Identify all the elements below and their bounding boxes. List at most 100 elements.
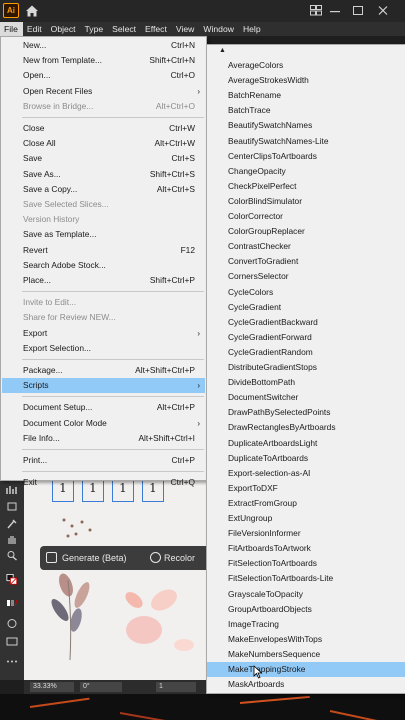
rotation-field[interactable]: 0° <box>80 682 122 692</box>
menu-item-label: New... <box>23 40 47 50</box>
file-menu-revert[interactable]: Revert F12 <box>2 243 205 258</box>
menu-type[interactable]: Type <box>81 22 109 36</box>
script-item-changeopacity[interactable]: ChangeOpacity <box>207 164 405 179</box>
script-item-documentswitcher[interactable]: DocumentSwitcher <box>207 390 405 405</box>
script-item-converttogradient[interactable]: ConvertToGradient <box>207 254 405 269</box>
close-icon[interactable] <box>377 5 389 16</box>
home-icon[interactable] <box>25 4 39 18</box>
file-menu-search-adobe-stock[interactable]: Search Adobe Stock... <box>2 258 205 273</box>
more-tools-icon[interactable] <box>6 656 18 667</box>
minimize-icon[interactable] <box>329 5 341 16</box>
script-item-batchrename[interactable]: BatchRename <box>207 88 405 103</box>
script-item-distributegradientstops[interactable]: DistributeGradientStops <box>207 360 405 375</box>
file-menu-new-from-template[interactable]: New from Template... Shift+Ctrl+N <box>2 53 205 68</box>
arrange-documents-icon[interactable] <box>310 5 322 16</box>
script-item-fitartboardstoartwork[interactable]: FitArtboardsToArtwork <box>207 541 405 556</box>
file-menu-close-all[interactable]: Close All Alt+Ctrl+W <box>2 136 205 151</box>
script-item-colorgroupreplacer[interactable]: ColorGroupReplacer <box>207 224 405 239</box>
menu-select[interactable]: Select <box>108 22 141 36</box>
menu-item-label: Open Recent Files <box>23 85 93 96</box>
script-item-batchtrace[interactable]: BatchTrace <box>207 103 405 118</box>
file-menu-scripts[interactable]: Scripts › <box>2 378 205 394</box>
script-item-fitselectiontoartboards[interactable]: FitSelectionToArtboards <box>207 556 405 571</box>
scroll-up-arrow-icon[interactable]: ▲ <box>219 47 226 54</box>
script-item-cyclegradient[interactable]: CycleGradient <box>207 300 405 315</box>
file-menu-open[interactable]: Open... Ctrl+O <box>2 68 205 83</box>
script-item-maketrappingstroke[interactable]: MakeTrappingStroke <box>207 662 405 678</box>
script-item-dividebottompath[interactable]: DivideBottomPath <box>207 375 405 390</box>
menu-file[interactable]: File <box>0 22 23 36</box>
script-item-makeenvelopeswithtops[interactable]: MakeEnvelopesWithTops <box>207 632 405 647</box>
file-menu-package[interactable]: Package... Alt+Shift+Ctrl+P <box>2 363 205 378</box>
script-item-extungroup[interactable]: ExtUngroup <box>207 511 405 526</box>
file-menu-print[interactable]: Print... Ctrl+P <box>2 453 205 468</box>
script-item-fileversioninformer[interactable]: FileVersionInformer <box>207 526 405 541</box>
script-item-groupartboardobjects[interactable]: GroupArtboardObjects <box>207 602 405 617</box>
script-item-extractfromgroup[interactable]: ExtractFromGroup <box>207 496 405 511</box>
script-item-contrastchecker[interactable]: ContrastChecker <box>207 239 405 254</box>
script-item-exporttodxf[interactable]: ExportToDXF <box>207 481 405 496</box>
generate-beta-button[interactable]: Generate (Beta) <box>40 552 144 563</box>
script-item-colorcorrector[interactable]: ColorCorrector <box>207 209 405 224</box>
file-menu-file-info[interactable]: File Info... Alt+Shift+Ctrl+I <box>2 431 205 446</box>
script-item-drawrectanglesbyartboards[interactable]: DrawRectanglesByArtboards <box>207 420 405 435</box>
recolor-button[interactable]: Recolor <box>144 552 195 563</box>
zoom-tool-icon[interactable] <box>6 550 18 561</box>
artboard-selector[interactable]: 1 <box>156 682 196 692</box>
maximize-icon[interactable] <box>352 5 364 16</box>
menu-view[interactable]: View <box>172 22 199 36</box>
menu-item-label: Save As... <box>23 168 61 179</box>
script-item-imagetracing[interactable]: ImageTracing <box>207 617 405 632</box>
script-item-duplicatetoartboards[interactable]: DuplicateToArtboards <box>207 451 405 466</box>
script-item-checkpixelperfect[interactable]: CheckPixelPerfect <box>207 179 405 194</box>
file-menu-save-as[interactable]: Save As... Shift+Ctrl+S <box>2 167 205 182</box>
script-item-fitselectiontoartboards-lite[interactable]: FitSelectionToArtboards-Lite <box>207 571 405 586</box>
menu-edit[interactable]: Edit <box>23 22 47 36</box>
script-item-makenumberssequence[interactable]: MakeNumbersSequence <box>207 647 405 662</box>
script-item-beautifyswatchnames-lite[interactable]: BeautifySwatchNames-Lite <box>207 134 405 149</box>
file-menu-export[interactable]: Export › <box>2 326 205 341</box>
canvas[interactable]: 1 1 1 1 Generate (Beta) Recolor <box>24 470 207 680</box>
script-item-averagecolors[interactable]: AverageColors <box>207 58 405 73</box>
script-item-drawpathbyselectedpoints[interactable]: DrawPathBySelectedPoints <box>207 405 405 420</box>
script-item-cyclegradientforward[interactable]: CycleGradientForward <box>207 330 405 345</box>
hand-tool-icon[interactable] <box>6 534 18 545</box>
script-item-cyclegradientbackward[interactable]: CycleGradientBackward <box>207 315 405 330</box>
file-menu-open-recent-files[interactable]: Open Recent Files › <box>2 84 205 99</box>
menu-object[interactable]: Object <box>47 22 81 36</box>
script-item-averagestrokeswidth[interactable]: AverageStrokesWidth <box>207 73 405 88</box>
file-menu-document-color-mode[interactable]: Document Color Mode › <box>2 416 205 431</box>
script-item-cyclecolors[interactable]: CycleColors <box>207 285 405 300</box>
script-item-grayscaletoopacity[interactable]: GrayscaleToOpacity <box>207 587 405 602</box>
artboard-tool-icon[interactable] <box>6 501 18 512</box>
zoom-level[interactable]: 33.33% <box>30 682 74 692</box>
contextual-task-bar: Generate (Beta) Recolor <box>40 546 207 570</box>
screen-mode-icon[interactable] <box>6 636 18 647</box>
script-item-duplicateartboardslight[interactable]: DuplicateArtboardsLight <box>207 436 405 451</box>
script-item-maskartboards[interactable]: MaskArtboards <box>207 677 405 692</box>
menu-window[interactable]: Window <box>199 22 239 36</box>
illustrator-logo: Ai <box>3 3 19 18</box>
file-menu-save-as-template[interactable]: Save as Template... <box>2 227 205 242</box>
file-menu-document-setup[interactable]: Document Setup... Alt+Ctrl+P <box>2 400 205 415</box>
script-item-export-selection-as-ai[interactable]: Export-selection-as-AI <box>207 466 405 481</box>
script-item-colorblindsimulator[interactable]: ColorBlindSimulator <box>207 194 405 209</box>
file-menu-export-selection[interactable]: Export Selection... <box>2 341 205 356</box>
menu-effect[interactable]: Effect <box>141 22 172 36</box>
file-menu-new[interactable]: New... Ctrl+N <box>2 38 205 53</box>
script-item-cyclegradientrandom[interactable]: CycleGradientRandom <box>207 345 405 360</box>
file-menu-exit[interactable]: Exit Ctrl+Q <box>2 475 205 490</box>
draw-mode-icon[interactable] <box>6 618 18 629</box>
file-menu-save-a-copy[interactable]: Save a Copy... Alt+Ctrl+S <box>2 182 205 197</box>
fill-stroke-swatch-icon[interactable] <box>6 574 18 585</box>
script-item-centerclipstoartboards[interactable]: CenterClipsToArtboards <box>207 149 405 164</box>
file-menu-save[interactable]: Save Ctrl+S <box>2 151 205 166</box>
color-mode-icon[interactable] <box>6 598 18 609</box>
menu-help[interactable]: Help <box>239 22 266 36</box>
file-menu-place[interactable]: Place... Shift+Ctrl+P <box>2 273 205 288</box>
script-item-beautifyswatchnames[interactable]: BeautifySwatchNames <box>207 118 405 133</box>
eyedropper-icon[interactable] <box>6 518 18 529</box>
script-item-cornersselector[interactable]: CornersSelector <box>207 269 405 284</box>
file-menu-close[interactable]: Close Ctrl+W <box>2 121 205 136</box>
menu-item-label: Document Setup... <box>23 402 93 413</box>
